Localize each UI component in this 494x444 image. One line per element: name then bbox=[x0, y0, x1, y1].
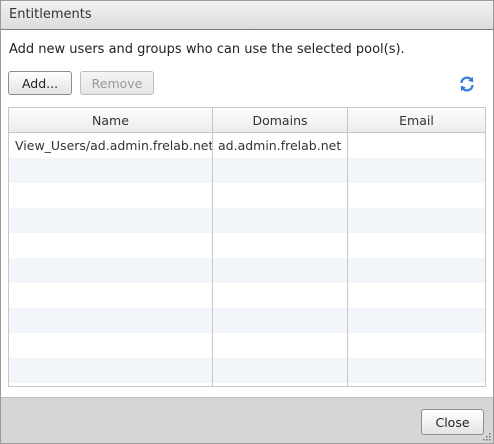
cell-name: View_Users/ad.admin.frelab.net bbox=[15, 138, 213, 153]
refresh-icon[interactable] bbox=[458, 75, 476, 93]
table-row bbox=[9, 158, 485, 183]
entitlements-table: Name Domains Email View_Users/ad.admin.f… bbox=[8, 107, 486, 387]
table-row bbox=[9, 283, 485, 308]
table-row[interactable]: View_Users/ad.admin.frelab.net ad.admin.… bbox=[9, 133, 485, 158]
column-header-domains[interactable]: Domains bbox=[213, 108, 347, 132]
cell-email bbox=[353, 133, 483, 158]
dialog-title-bar[interactable]: Entitlements bbox=[1, 1, 493, 30]
entitlements-dialog: Entitlements Add new users and groups wh… bbox=[0, 0, 494, 444]
resize-grip-icon[interactable] bbox=[483, 433, 491, 441]
column-header-email[interactable]: Email bbox=[348, 108, 485, 132]
table-row bbox=[9, 258, 485, 283]
table-header: Name Domains Email bbox=[9, 108, 485, 133]
column-divider bbox=[212, 108, 213, 386]
add-button[interactable]: Add... bbox=[8, 71, 72, 95]
column-divider bbox=[347, 108, 348, 386]
instructions-text: Add new users and groups who can use the… bbox=[9, 42, 405, 57]
close-button[interactable]: Close bbox=[421, 409, 484, 435]
table-row bbox=[9, 308, 485, 333]
dialog-title: Entitlements bbox=[9, 7, 92, 22]
table-row bbox=[9, 208, 485, 233]
table-row bbox=[9, 358, 485, 383]
remove-button[interactable]: Remove bbox=[80, 71, 154, 95]
table-row bbox=[9, 233, 485, 258]
table-row bbox=[9, 333, 485, 358]
column-header-name[interactable]: Name bbox=[9, 108, 212, 132]
table-row bbox=[9, 183, 485, 208]
cell-domains: ad.admin.frelab.net bbox=[218, 138, 342, 153]
dialog-footer bbox=[1, 397, 493, 443]
table-body: View_Users/ad.admin.frelab.net ad.admin.… bbox=[9, 133, 485, 383]
